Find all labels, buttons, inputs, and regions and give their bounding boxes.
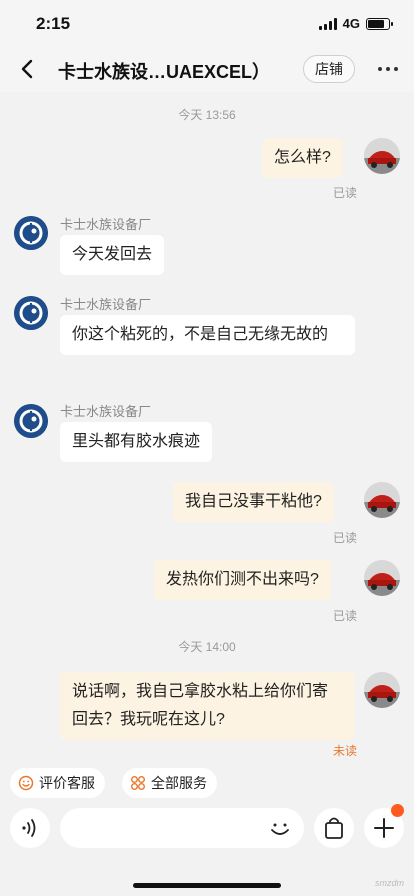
all-services-button[interactable]: 全部服务 (122, 768, 217, 798)
sender-name: 卡士水族设备厂 (60, 297, 152, 312)
grid-icon (131, 776, 145, 790)
all-services-label: 全部服务 (151, 775, 207, 791)
shopping-bag-icon (325, 817, 343, 839)
sender-name: 卡士水族设备厂 (60, 404, 152, 419)
timestamp: 今天 14:00 (178, 640, 236, 654)
battery-icon (366, 17, 393, 30)
more-horizontal-icon[interactable] (378, 67, 398, 71)
network-type: 4G (342, 16, 360, 31)
shop-avatar[interactable] (14, 404, 48, 438)
emoji-icon[interactable] (266, 814, 294, 842)
nav-bar: 卡士水族设…UAEXCEL） 店铺 (0, 46, 414, 92)
read-status: 已读 (333, 609, 358, 623)
timestamp: 今天 13:56 (178, 108, 236, 122)
user-avatar[interactable] (364, 482, 400, 518)
rate-service-button[interactable]: 评价客服 (10, 768, 105, 798)
user-avatar[interactable] (364, 560, 400, 596)
message-bubble-incoming[interactable]: 今天发回去 (60, 235, 165, 275)
read-status: 已读 (333, 186, 358, 200)
watermark: smzdm (375, 878, 404, 888)
shop-avatar[interactable] (14, 216, 48, 250)
status-time: 2:15 (36, 14, 71, 33)
home-indicator (133, 883, 281, 888)
message-bubble-outgoing[interactable]: 发热你们测不出来吗? (154, 560, 331, 600)
signal-icon (318, 17, 337, 30)
unread-status: 未读 (333, 744, 358, 758)
user-avatar[interactable] (364, 138, 400, 174)
voice-button[interactable] (10, 808, 50, 848)
sender-name: 卡士水族设备厂 (60, 217, 152, 232)
smile-icon (18, 775, 34, 791)
user-avatar[interactable] (364, 672, 400, 708)
message-bubble-outgoing[interactable]: 说话啊，我自己拿胶水粘上给你们寄回去？我玩呢在这儿? (60, 672, 355, 740)
notification-badge (391, 804, 404, 817)
status-bar: 2:15 4G (0, 0, 414, 46)
voice-icon (22, 819, 36, 837)
status-icons: 4G (318, 16, 393, 31)
shop-button[interactable]: 店铺 (303, 55, 355, 83)
message-bubble-outgoing[interactable]: 怎么样? (262, 138, 343, 178)
shop-avatar[interactable] (14, 296, 48, 330)
message-bubble-incoming[interactable]: 你这个粘死的，不是自己无缘无故的 (60, 315, 355, 355)
shopping-bag-button[interactable] (314, 808, 354, 848)
read-status: 已读 (333, 531, 358, 545)
rate-service-label: 评价客服 (39, 775, 95, 791)
message-bubble-outgoing[interactable]: 我自己没事干粘他? (173, 482, 334, 522)
chevron-left-icon[interactable] (14, 55, 42, 83)
message-bubble-incoming[interactable]: 里头都有胶水痕迹 (60, 422, 213, 462)
chat-title: 卡士水族设…UAEXCEL） (58, 62, 271, 82)
